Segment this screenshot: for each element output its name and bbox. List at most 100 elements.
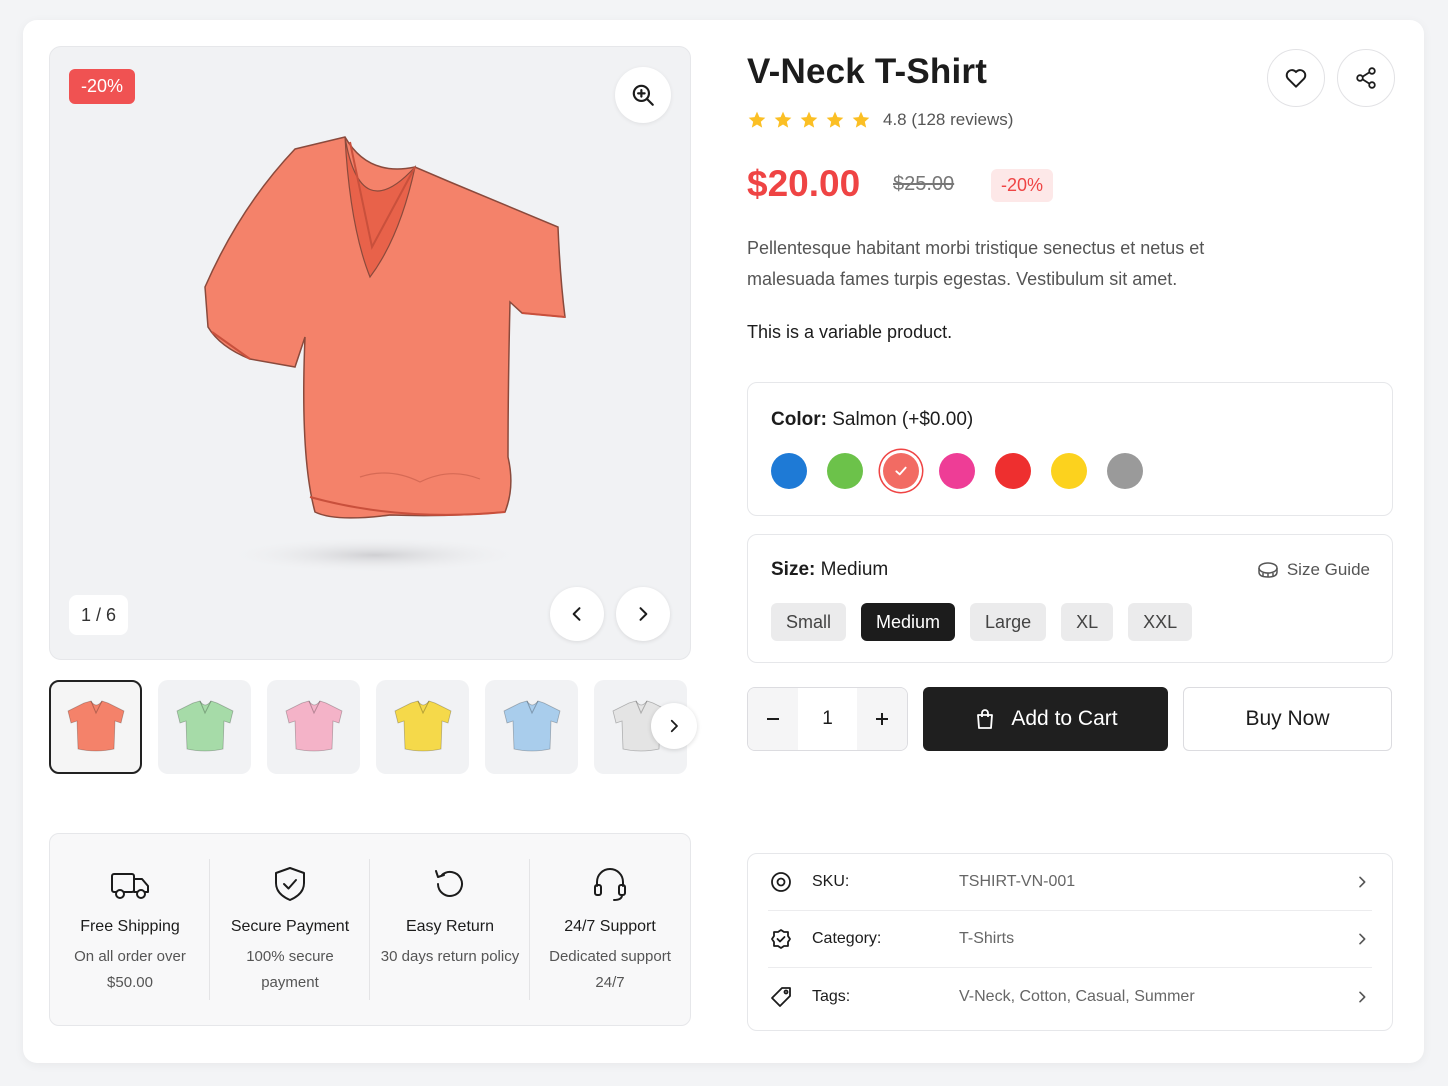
headset-icon: [594, 868, 626, 901]
size-guide-link[interactable]: Size Guide: [1257, 560, 1370, 580]
feature-title: Secure Payment: [230, 918, 350, 935]
image-counter: 1 / 6: [69, 595, 129, 635]
return-icon: [435, 870, 463, 897]
feature-easy-return: Easy Return 30 days return policy: [370, 834, 530, 1025]
shopping-bag-icon: [977, 709, 994, 729]
add-to-cart-button[interactable]: Add to Cart: [923, 687, 1168, 751]
buy-now-button[interactable]: Buy Now: [1183, 687, 1392, 751]
color-swatches: [771, 453, 1163, 489]
shield-check-icon: [275, 867, 305, 901]
color-swatch-green[interactable]: [827, 453, 863, 489]
chevron-right-icon: [1359, 876, 1366, 888]
zoom-button[interactable]: [615, 67, 671, 123]
feature-support: 24/7 Support Dedicated support 24/7: [530, 834, 690, 1025]
current-price: $20.00: [747, 163, 861, 204]
meta-row-tags[interactable]: Tags: V-Neck, Cotton, Casual, Summer: [768, 968, 1372, 1025]
thumbnail-strip: [49, 680, 689, 775]
meta-label: SKU:: [812, 873, 850, 890]
share-button[interactable]: [1337, 49, 1395, 107]
color-swatch-blue[interactable]: [771, 453, 807, 489]
selected-size-value: Medium: [820, 559, 889, 580]
tag-icon: [771, 986, 791, 1007]
quantity-value[interactable]: 1: [798, 708, 857, 730]
wishlist-button[interactable]: [1267, 49, 1325, 107]
tshirt-thumbnail-image: [285, 700, 342, 752]
feature-subtitle: Dedicated support 24/7: [549, 948, 671, 991]
size-selector: Size: Medium Size Guide Small Medium Large…: [747, 534, 1393, 663]
plus-icon: [876, 713, 888, 725]
star-icon: [774, 111, 792, 128]
size-option-xl[interactable]: XL: [1061, 603, 1114, 641]
increase-quantity-button[interactable]: [857, 688, 907, 750]
thumbnail[interactable]: [376, 680, 469, 774]
sku-icon: [771, 872, 791, 892]
tshirt-thumbnail-image: [394, 700, 451, 752]
meta-label: Tags:: [812, 987, 851, 1005]
color-swatch-salmon[interactable]: [883, 453, 919, 489]
chevron-right-icon: [1359, 933, 1366, 945]
feature-free-shipping: Free Shipping On all order over $50.00: [50, 834, 210, 1025]
feature-title: 24/7 Support: [564, 918, 656, 935]
main-product-image[interactable]: -20% 1 / 6: [49, 46, 691, 660]
star-icon: [826, 111, 844, 128]
tshirt-thumbnail-image: [176, 700, 233, 752]
color-swatch-red[interactable]: [995, 453, 1031, 489]
thumbnail[interactable]: [49, 680, 142, 774]
quantity-stepper: 1: [747, 687, 908, 751]
color-label: Color: Salmon (+$0.00): [771, 409, 974, 430]
chevron-right-icon: [670, 719, 678, 733]
truck-icon: [111, 873, 149, 899]
thumbnail[interactable]: [158, 680, 251, 774]
size-options: Small Medium Large XL XXL: [771, 603, 1193, 641]
color-swatch-yellow[interactable]: [1051, 453, 1087, 489]
feature-title: Free Shipping: [80, 918, 180, 935]
next-image-button[interactable]: [616, 587, 670, 641]
selected-color-value: Salmon (+$0.00): [832, 409, 974, 430]
discount-badge: -20%: [69, 69, 136, 104]
product-description: Pellentesque habitant morbi tristique se…: [747, 238, 1205, 289]
heart-icon: [1285, 69, 1307, 88]
thumbnail[interactable]: [267, 680, 360, 774]
color-selector: Color: Salmon (+$0.00): [747, 382, 1393, 516]
check-icon: [895, 466, 907, 476]
feature-subtitle: 30 days return policy: [380, 948, 520, 965]
size-label: Size: Medium: [771, 559, 889, 580]
size-option-large[interactable]: Large: [970, 603, 1047, 641]
original-price: $25.00: [893, 173, 955, 195]
star-icon: [748, 111, 766, 128]
color-swatch-gray[interactable]: [1107, 453, 1143, 489]
thumbnails-next-button[interactable]: [651, 703, 697, 749]
product-title: V-Neck T-Shirt: [747, 52, 988, 91]
tshirt-thumbnail-image: [503, 700, 560, 752]
minus-icon: [767, 718, 779, 720]
size-option-xxl[interactable]: XXL: [1128, 603, 1193, 641]
add-to-cart-label: Add to Cart: [1011, 707, 1118, 730]
features-panel: Free Shipping On all order over $50.00 S…: [49, 833, 691, 1026]
meta-label: Category:: [812, 930, 882, 947]
meta-row-sku[interactable]: SKU: TSHIRT-VN-001: [768, 854, 1372, 911]
decrease-quantity-button[interactable]: [748, 688, 798, 750]
tshirt-image: [204, 136, 566, 573]
share-icon: [1356, 67, 1376, 89]
color-swatch-pink[interactable]: [939, 453, 975, 489]
star-rating: [747, 110, 871, 130]
meta-value: TSHIRT-VN-001: [959, 873, 1076, 890]
zoom-in-icon: [632, 84, 654, 106]
previous-image-button[interactable]: [550, 587, 604, 641]
tshirt-thumbnail-image: [67, 700, 124, 752]
meta-row-category[interactable]: Category: T-Shirts: [768, 911, 1372, 968]
meta-value: T-Shirts: [959, 930, 1015, 947]
chevron-left-icon: [572, 607, 581, 621]
size-option-small[interactable]: Small: [771, 603, 847, 641]
chevron-right-icon: [639, 607, 648, 621]
star-icon: [852, 111, 870, 128]
size-option-medium[interactable]: Medium: [861, 603, 956, 641]
tape-measure-icon: [1258, 562, 1278, 578]
thumbnail[interactable]: [485, 680, 578, 774]
variable-note: This is a variable product.: [747, 322, 953, 342]
feature-secure-payment: Secure Payment 100% secure payment: [210, 834, 370, 1025]
rating-text: 4.8 (128 reviews): [883, 110, 1014, 129]
category-icon: [771, 929, 791, 949]
feature-title: Easy Return: [405, 918, 495, 935]
product-meta: SKU: TSHIRT-VN-001 Category: T-Shirts Ta…: [747, 853, 1393, 1031]
